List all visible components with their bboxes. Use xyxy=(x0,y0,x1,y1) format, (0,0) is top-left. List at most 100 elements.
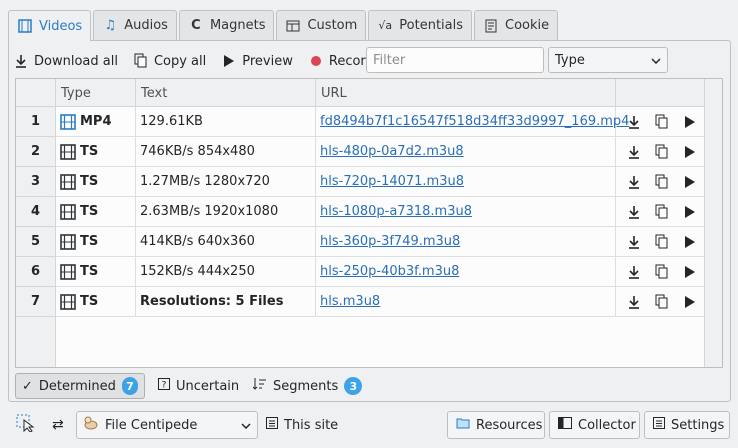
url-link[interactable]: hls-480p-0a7d2.m3u8 xyxy=(320,144,464,159)
column-header-url[interactable]: URL xyxy=(316,79,616,107)
type-cell: TS xyxy=(56,257,136,287)
row-number: 6 xyxy=(16,257,56,287)
copy-icon[interactable] xyxy=(654,174,670,190)
copy-icon xyxy=(134,53,148,69)
filter-placeholder: Filter xyxy=(373,52,406,68)
play-icon[interactable] xyxy=(682,174,698,190)
tab-videos[interactable]: Videos xyxy=(8,10,92,41)
tab-custom[interactable]: Custom xyxy=(276,10,367,40)
table-row[interactable]: 5 TS 414KB/s 640x360 hls-360p-3f749.m3u8 xyxy=(16,227,706,257)
text-cell: 414KB/s 640x360 xyxy=(136,227,316,257)
url-link[interactable]: hls-360p-3f749.m3u8 xyxy=(320,234,460,249)
table-row[interactable]: 3 TS 1.27MB/s 1280x720 hls-720p-14071.m3u8 xyxy=(16,167,706,197)
uncertain-tab[interactable]: ? Uncertain xyxy=(158,373,239,399)
url-link[interactable]: fd8494b7f1c16547f518d34ff33d9997_169.mp4 xyxy=(320,114,629,129)
determined-tab[interactable]: ✓ Determined 7 xyxy=(15,373,145,399)
copy-icon[interactable] xyxy=(654,294,670,310)
collector-label: Collector xyxy=(578,417,636,433)
table-row[interactable]: 1 MP4 129.61KB fd8494b7f1c16547f518d34ff33d… xyxy=(16,107,706,137)
tab-potentials[interactable]: √a Potentials xyxy=(368,10,473,40)
table-header: Type Text URL xyxy=(16,79,722,107)
copy-icon[interactable] xyxy=(654,204,670,220)
play-icon[interactable] xyxy=(682,234,698,250)
determined-count-badge: 7 xyxy=(121,377,138,395)
url-link[interactable]: hls-1080p-a7318.m3u8 xyxy=(320,204,472,219)
copy-icon[interactable] xyxy=(654,234,670,250)
type-label: TS xyxy=(80,264,99,279)
play-icon[interactable] xyxy=(682,294,698,310)
table-row[interactable]: 6 TS 152KB/s 444x250 hls-250p-40b3f.m3u8 xyxy=(16,257,706,287)
svg-text:?: ? xyxy=(162,381,167,391)
url-cell: hls-250p-40b3f.m3u8 xyxy=(316,257,616,287)
row-number: 3 xyxy=(16,167,56,197)
download-all-label: Download all xyxy=(34,53,118,69)
collector-button[interactable]: Collector xyxy=(549,411,640,439)
music-note-icon: ♫ xyxy=(104,18,117,33)
table-row[interactable]: 7 TS Resolutions: 5 Files hls.m3u8 xyxy=(16,287,706,317)
toolbar: Download all Copy all Preview Record xyxy=(14,47,390,75)
table-row[interactable]: 4 TS 2.63MB/s 1920x1080 hls-1080p-a7318.m3u… xyxy=(16,197,706,227)
settings-label: Settings xyxy=(671,417,725,433)
this-site-label: This site xyxy=(284,417,339,433)
text-cell: 152KB/s 444x250 xyxy=(136,257,316,287)
tab-magnets[interactable]: C Magnets xyxy=(178,10,275,40)
video-icon xyxy=(17,18,33,34)
record-button[interactable]: Record xyxy=(309,53,374,69)
swap-icon: ⇄ xyxy=(52,417,64,433)
url-cell: hls.m3u8 xyxy=(316,287,616,317)
url-cell: hls-720p-14071.m3u8 xyxy=(316,167,616,197)
url-link[interactable]: hls-250p-40b3f.m3u8 xyxy=(320,264,459,279)
film-icon xyxy=(60,263,76,280)
copy-all-button[interactable]: Copy all xyxy=(134,53,206,69)
download-icon[interactable] xyxy=(626,234,642,250)
tab-label: Potentials xyxy=(399,18,464,33)
url-link[interactable]: hls.m3u8 xyxy=(320,294,380,309)
copy-all-label: Copy all xyxy=(153,53,207,69)
actions-cell xyxy=(616,197,706,227)
text-cell: Resolutions: 5 Files xyxy=(136,287,316,317)
copy-icon[interactable] xyxy=(654,114,670,130)
table-row[interactable]: 2 TS 746KB/s 854x480 hls-480p-0a7d2.m3u8 xyxy=(16,137,706,167)
play-icon[interactable] xyxy=(682,144,698,160)
column-header-type[interactable]: Type xyxy=(56,79,136,107)
download-icon[interactable] xyxy=(626,294,642,310)
centipede-icon xyxy=(83,415,99,435)
film-icon xyxy=(60,203,76,220)
copy-icon[interactable] xyxy=(654,144,670,160)
type-select[interactable]: Type xyxy=(548,47,668,73)
this-site-toggle[interactable]: This site xyxy=(266,411,338,439)
actions-cell xyxy=(616,167,706,197)
url-link[interactable]: hls-720p-14071.m3u8 xyxy=(320,174,464,189)
type-label: TS xyxy=(80,174,99,189)
chevron-down-icon xyxy=(241,418,251,433)
download-icon[interactable] xyxy=(626,114,642,130)
tab-audios[interactable]: ♫ Audios xyxy=(93,10,177,40)
swap-button[interactable]: ⇄ xyxy=(52,411,64,439)
download-icon[interactable] xyxy=(626,144,642,160)
play-icon[interactable] xyxy=(682,204,698,220)
play-icon[interactable] xyxy=(682,264,698,280)
tab-cookie[interactable]: Cookie xyxy=(474,10,559,40)
download-icon[interactable] xyxy=(626,264,642,280)
film-icon xyxy=(60,233,76,250)
download-icon[interactable] xyxy=(626,204,642,220)
download-icon[interactable] xyxy=(626,174,642,190)
copy-icon[interactable] xyxy=(654,264,670,280)
settings-button[interactable]: Settings xyxy=(644,411,730,439)
vertical-scrollbar[interactable] xyxy=(704,79,722,367)
actions-cell xyxy=(616,257,706,287)
filter-input[interactable]: Filter xyxy=(366,47,544,73)
profile-select[interactable]: File Centipede xyxy=(76,411,258,439)
custom-icon xyxy=(285,18,301,34)
element-picker-button[interactable] xyxy=(16,411,36,439)
play-icon[interactable] xyxy=(682,114,698,130)
type-label: TS xyxy=(80,294,99,309)
determined-label: Determined xyxy=(38,378,116,394)
resources-button[interactable]: Resources xyxy=(447,411,545,439)
segments-tab[interactable]: Segments 3 xyxy=(252,373,363,399)
column-header-text[interactable]: Text xyxy=(136,79,316,107)
preview-button[interactable]: Preview xyxy=(222,53,293,69)
download-all-button[interactable]: Download all xyxy=(14,53,118,69)
window-icon xyxy=(558,417,572,433)
profile-select-content: File Centipede xyxy=(83,415,197,435)
